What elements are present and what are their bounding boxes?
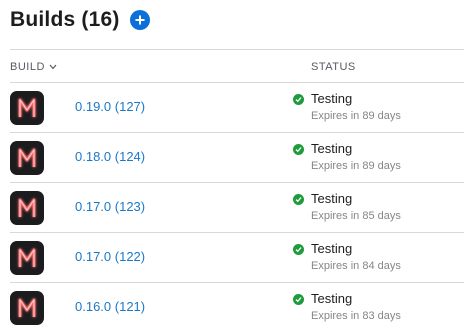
table-row[interactable]: 0.17.0 (123) Testing Expires in 85 days — [10, 183, 464, 233]
expires-label: Expires in 89 days — [311, 110, 401, 122]
table-row[interactable]: 0.16.0 (121) Testing Expires in 83 days — [10, 283, 464, 333]
table-row[interactable]: 0.19.0 (127) Testing Expires in 89 days — [10, 83, 464, 133]
check-circle-icon — [293, 144, 304, 155]
status-label: Testing — [311, 291, 353, 306]
expires-label: Expires in 83 days — [311, 310, 401, 322]
plus-icon — [135, 15, 145, 25]
check-circle-icon — [293, 294, 304, 305]
status-label: Testing — [311, 141, 353, 156]
page-title: Builds (16) — [10, 8, 120, 31]
builds-table: BUILD STATUS 0.19.0 (127) Testing Expire… — [10, 49, 464, 333]
expires-label: Expires in 84 days — [311, 260, 401, 272]
check-circle-icon — [293, 244, 304, 255]
build-version-link[interactable]: 0.16.0 (121) — [75, 299, 145, 314]
table-header: BUILD STATUS — [10, 49, 464, 83]
build-version-link[interactable]: 0.19.0 (127) — [75, 99, 145, 114]
table-row[interactable]: 0.17.0 (122) Testing Expires in 84 days — [10, 233, 464, 283]
check-circle-icon — [293, 94, 304, 105]
app-m-icon — [10, 241, 44, 275]
app-m-icon — [10, 191, 44, 225]
status-label: Testing — [311, 191, 353, 206]
build-column-label: BUILD — [10, 61, 45, 73]
build-version-link[interactable]: 0.17.0 (122) — [75, 249, 145, 264]
app-m-icon — [10, 291, 44, 325]
table-body: 0.19.0 (127) Testing Expires in 89 days … — [10, 83, 464, 333]
expires-label: Expires in 85 days — [311, 210, 401, 222]
status-label: Testing — [311, 241, 353, 256]
check-circle-icon — [293, 194, 304, 205]
app-m-icon — [10, 91, 44, 125]
expires-label: Expires in 89 days — [311, 160, 401, 172]
table-row[interactable]: 0.18.0 (124) Testing Expires in 89 days — [10, 133, 464, 183]
build-version-link[interactable]: 0.18.0 (124) — [75, 149, 145, 164]
build-column-header[interactable]: BUILD — [10, 61, 57, 73]
status-label: Testing — [311, 91, 353, 106]
page-header: Builds (16) — [10, 6, 150, 34]
add-build-button[interactable] — [129, 10, 150, 30]
status-column-header: STATUS — [311, 61, 356, 73]
build-version-link[interactable]: 0.17.0 (123) — [75, 199, 145, 214]
chevron-down-icon — [49, 64, 57, 70]
app-m-icon — [10, 141, 44, 175]
